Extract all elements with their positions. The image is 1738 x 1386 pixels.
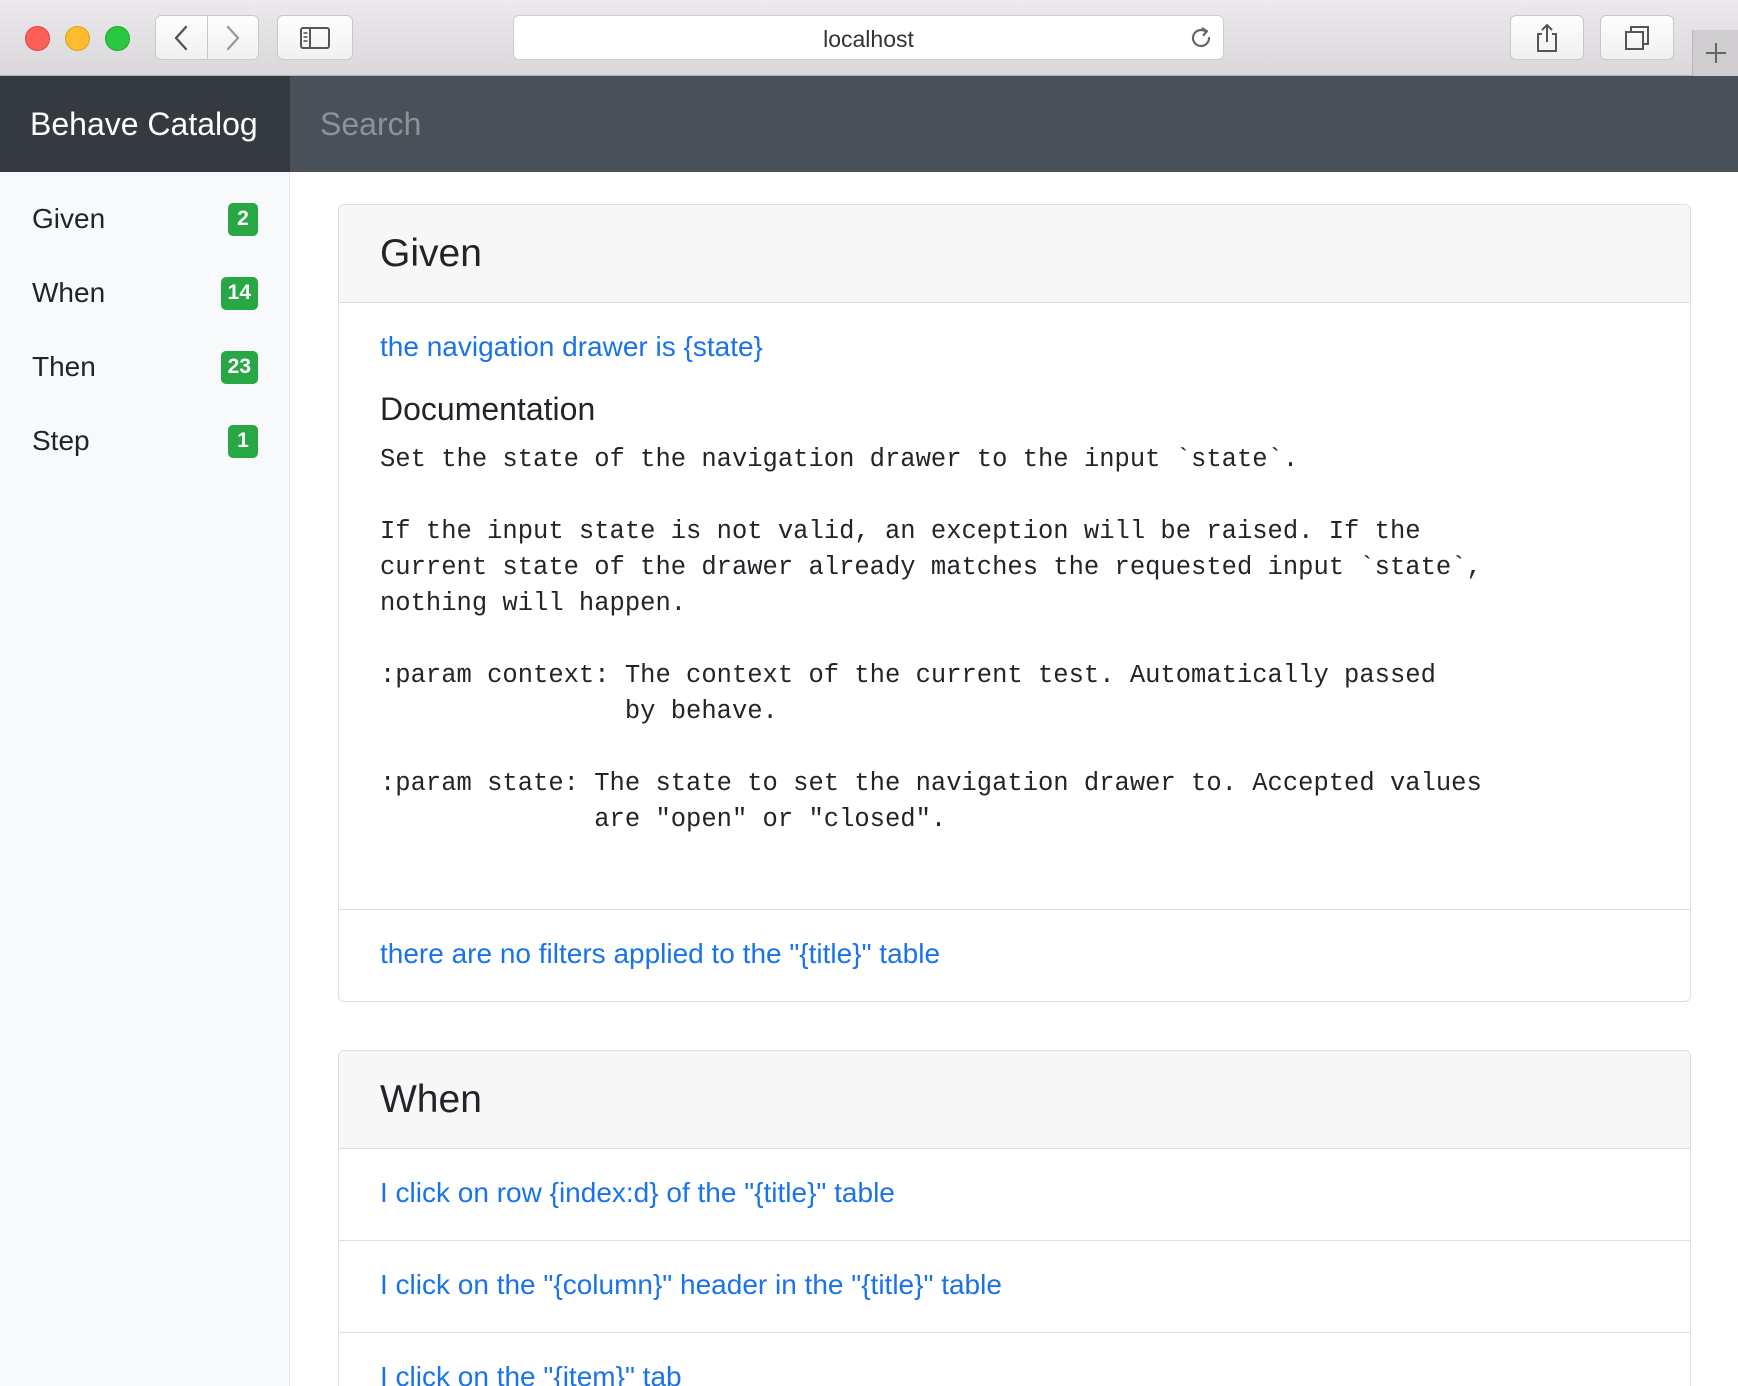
- given-section-card: Given the navigation drawer is {state} D…: [338, 204, 1691, 1002]
- when-section-card: When I click on row {index:d} of the "{t…: [338, 1050, 1691, 1386]
- sidebar-item-when[interactable]: When 14: [0, 263, 289, 323]
- url-text: localhost: [823, 26, 914, 52]
- new-tab-button[interactable]: [1692, 30, 1738, 76]
- forward-chevron-icon: [226, 25, 240, 50]
- count-badge: 14: [220, 276, 258, 310]
- share-button[interactable]: [1510, 15, 1584, 60]
- given-section-header: Given: [339, 205, 1690, 303]
- step-list-item: I click on row {index:d} of the "{title}…: [339, 1149, 1690, 1241]
- documentation-body: Set the state of the navigation drawer t…: [380, 445, 1482, 834]
- step-link[interactable]: I click on the "{column}" header in the …: [380, 1269, 1002, 1301]
- top-navbar: [290, 76, 1738, 172]
- minimize-window-button[interactable]: [65, 26, 90, 51]
- history-nav: [155, 15, 259, 60]
- step-list-item: there are no filters applied to the "{ti…: [339, 910, 1690, 1001]
- forward-button[interactable]: [206, 16, 258, 59]
- brand-link[interactable]: Behave Catalog: [0, 76, 290, 172]
- brand-title: Behave Catalog: [30, 106, 258, 142]
- documentation-heading: Documentation: [380, 391, 596, 427]
- section-title: When: [380, 1078, 482, 1121]
- step-list-item: I click on the "{item}" tab: [339, 1333, 1690, 1386]
- sidebar: Given 2 When 14 Then 23 Step 1: [0, 172, 290, 1386]
- back-chevron-icon: [175, 25, 188, 50]
- zoom-window-button[interactable]: [105, 26, 130, 51]
- section-title: Given: [380, 232, 482, 275]
- step-link[interactable]: the navigation drawer is {state}: [380, 331, 763, 363]
- sidebar-toggle-icon: [300, 26, 330, 49]
- count-badge: 2: [228, 202, 258, 236]
- reload-icon[interactable]: [1189, 26, 1213, 55]
- tabs-overview-button[interactable]: [1600, 15, 1674, 60]
- sidebar-item-label: Step: [32, 425, 90, 456]
- share-icon: [1537, 23, 1557, 52]
- address-bar[interactable]: localhost: [513, 15, 1224, 60]
- sidebar-item-label: Given: [32, 203, 106, 234]
- step-list-item: I click on the "{column}" header in the …: [339, 1241, 1690, 1333]
- step-link[interactable]: there are no filters applied to the "{ti…: [380, 938, 940, 970]
- count-badge: 23: [220, 350, 258, 384]
- step-list-item: the navigation drawer is {state} Documen…: [339, 303, 1690, 910]
- step-link[interactable]: I click on the "{item}" tab: [380, 1361, 682, 1386]
- sidebar-item-given[interactable]: Given 2: [0, 189, 289, 249]
- browser-toolbar: localhost: [0, 0, 1738, 76]
- when-section-header: When: [339, 1051, 1690, 1149]
- sidebar-item-step[interactable]: Step 1: [0, 411, 289, 471]
- search-input[interactable]: [320, 98, 920, 150]
- count-badge: 1: [228, 424, 258, 458]
- sidebar-item-label: When: [32, 277, 106, 308]
- back-button[interactable]: [156, 16, 207, 59]
- sidebar-item-label: Then: [32, 351, 96, 382]
- close-window-button[interactable]: [25, 26, 50, 51]
- sidebar-toggle-button[interactable]: [277, 15, 353, 60]
- plus-icon: [1705, 43, 1726, 63]
- step-link[interactable]: I click on row {index:d} of the "{title}…: [380, 1177, 895, 1209]
- tabs-icon: [1625, 25, 1649, 50]
- sidebar-item-then[interactable]: Then 23: [0, 337, 289, 397]
